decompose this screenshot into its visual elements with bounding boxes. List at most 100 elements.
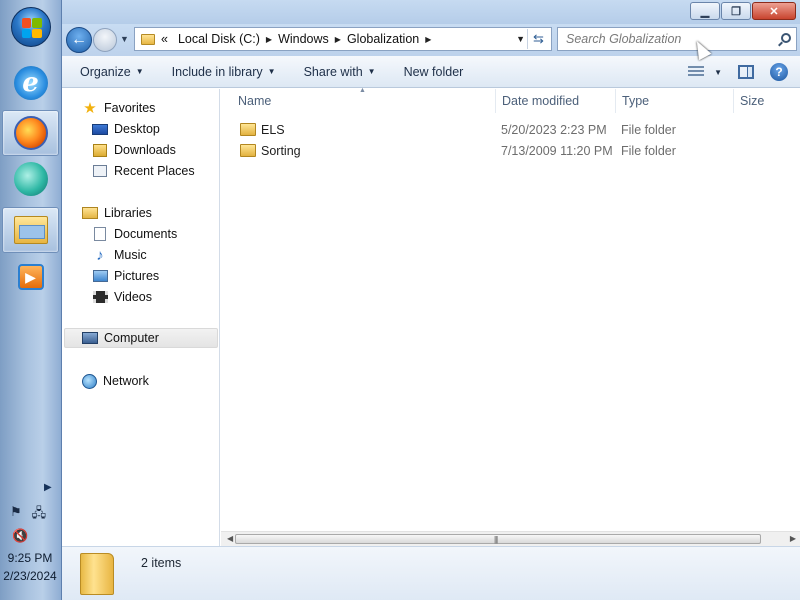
sidebar-item-label: Documents	[114, 227, 178, 241]
volume-muted-icon[interactable]: 🔇	[12, 528, 28, 544]
internet-explorer-icon: e	[13, 66, 48, 100]
scroll-left-icon[interactable]: ◀	[227, 534, 233, 543]
music-icon: ♪	[96, 246, 104, 264]
sidebar-favorites[interactable]: ★ Favorites	[82, 98, 155, 118]
chevron-down-icon: ▼	[135, 67, 144, 76]
more-views-dropdown-icon[interactable]: ▼	[714, 68, 722, 77]
chevron-down-icon: ▼	[267, 67, 276, 76]
sidebar-libraries[interactable]: Libraries	[82, 203, 152, 223]
sidebar-item-documents[interactable]: Documents	[92, 224, 177, 244]
clock-date[interactable]: 2/23/2024	[0, 569, 60, 583]
help-icon[interactable]: ?	[770, 63, 788, 81]
live-messenger-icon	[13, 162, 48, 196]
column-header-size[interactable]: Size	[733, 89, 800, 113]
sidebar-item-desktop[interactable]: Desktop	[92, 119, 160, 139]
breadcrumb-windows[interactable]: Windows	[278, 32, 329, 46]
scroll-right-icon[interactable]: ▶	[790, 534, 796, 543]
scrollbar-grip-icon: |||	[494, 535, 498, 544]
back-arrow-icon: ←	[71, 31, 87, 48]
new-folder-label: New folder	[403, 64, 464, 79]
organize-button[interactable]: Organize ▼	[62, 65, 154, 79]
recent-pages-dropdown-icon[interactable]: ▼	[120, 34, 129, 44]
chevron-down-icon: ▼	[367, 67, 376, 76]
favorites-star-icon: ★	[83, 100, 97, 117]
breadcrumb-globalization[interactable]: Globalization	[347, 32, 419, 46]
recent-places-icon	[93, 165, 107, 177]
column-header-name[interactable]: Name ▲	[221, 87, 495, 113]
title-bar[interactable]: ▁ ❐ ✕	[62, 0, 800, 24]
desktop-icon	[92, 123, 108, 135]
breadcrumb-overflow[interactable]: «	[161, 32, 168, 46]
address-bar[interactable]: « Local Disk (C:) ▶ Windows ▶ Globalizat…	[134, 27, 552, 51]
sidebar-favorites-label: Favorites	[104, 101, 156, 115]
sidebar-item-label: Recent Places	[114, 164, 195, 178]
change-view-icon[interactable]	[688, 66, 705, 78]
start-button[interactable]	[2, 4, 59, 50]
sort-ascending-icon: ▲	[359, 87, 366, 94]
taskbar-live-messenger[interactable]	[2, 156, 59, 202]
file-type: File folder	[621, 123, 676, 137]
sidebar-item-network[interactable]: Network	[81, 371, 149, 391]
sidebar-item-videos[interactable]: Videos	[92, 287, 152, 307]
maximize-button[interactable]: ❐	[721, 2, 751, 20]
refresh-button[interactable]: ⇆	[527, 29, 549, 49]
notification-area: ⚑ 🖧	[10, 504, 46, 526]
new-folder-button[interactable]: New folder	[386, 65, 474, 79]
sidebar-item-downloads[interactable]: Downloads	[92, 140, 176, 160]
sidebar-item-music[interactable]: ♪ Music	[92, 245, 146, 265]
breadcrumb-separator-icon[interactable]: ▶	[266, 35, 272, 44]
search-input[interactable]	[566, 32, 776, 46]
minimize-button[interactable]: ▁	[690, 2, 720, 20]
close-button[interactable]: ✕	[752, 2, 796, 20]
clock-time[interactable]: 9:25 PM	[0, 551, 60, 565]
taskbar-internet-explorer[interactable]: e	[2, 60, 59, 106]
search-icon[interactable]	[781, 33, 791, 43]
sidebar-item-label: Downloads	[114, 143, 176, 157]
forward-button[interactable]	[93, 28, 117, 52]
sidebar-item-label: Desktop	[114, 122, 160, 136]
preview-pane-icon[interactable]	[738, 65, 754, 79]
large-folder-icon	[80, 553, 114, 595]
sidebar-item-label: Pictures	[114, 269, 160, 283]
table-row[interactable]: ELS 5/20/2023 2:23 PM File folder	[221, 120, 781, 140]
horizontal-scrollbar[interactable]: ◀ ||| ▶	[221, 531, 800, 546]
breadcrumb-separator-icon[interactable]: ▶	[425, 35, 431, 44]
scrollbar-thumb[interactable]: |||	[235, 534, 761, 544]
column-header-size-label: Size	[740, 94, 765, 108]
include-in-library-button[interactable]: Include in library ▼	[154, 65, 286, 79]
network-tray-icon[interactable]: 🖧	[32, 504, 47, 526]
folder-icon	[141, 33, 155, 45]
taskbar-media-player[interactable]: ▶	[2, 254, 59, 300]
column-header-type[interactable]: Type	[615, 89, 733, 113]
breadcrumb-separator-icon[interactable]: ▶	[335, 35, 341, 44]
table-row[interactable]: Sorting 7/13/2009 11:20 PM File folder	[221, 141, 781, 161]
command-bar: Organize ▼ Include in library ▼ Share with…	[62, 56, 800, 88]
column-header-name-label: Name	[238, 94, 272, 108]
sidebar-item-pictures[interactable]: Pictures	[92, 266, 159, 286]
taskbar-firefox[interactable]	[2, 110, 59, 156]
computer-icon	[82, 332, 98, 344]
file-name: Sorting	[261, 144, 301, 158]
explorer-window: ▁ ❐ ✕ ← ▼ « Local Disk (C:) ▶ Windows ▶ …	[62, 0, 800, 600]
taskbar-windows-explorer[interactable]	[2, 207, 59, 253]
share-with-button[interactable]: Share with ▼	[286, 65, 386, 79]
windows-logo-icon	[10, 7, 51, 47]
column-header-date[interactable]: Date modified	[495, 89, 615, 113]
breadcrumb-local-disk[interactable]: Local Disk (C:)	[178, 32, 260, 46]
action-center-flag-icon[interactable]: ⚑	[10, 504, 22, 526]
sidebar-item-label: Network	[103, 374, 149, 388]
pictures-icon	[92, 270, 108, 282]
share-with-label: Share with	[303, 64, 363, 79]
search-box[interactable]	[557, 27, 797, 51]
address-dropdown-icon[interactable]: ▼	[516, 34, 525, 44]
include-in-library-label: Include in library	[171, 64, 263, 79]
item-count: 2 items	[141, 556, 182, 570]
navigation-pane: ★ Favorites Desktop Downloads Recent Pla…	[62, 89, 220, 546]
navigation-bar: ← ▼ « Local Disk (C:) ▶ Windows ▶ Global…	[62, 24, 800, 56]
sidebar-item-recent-places[interactable]: Recent Places	[92, 161, 195, 181]
file-type: File folder	[621, 144, 676, 158]
back-button[interactable]: ←	[66, 27, 92, 53]
windows-explorer-icon	[13, 216, 48, 244]
show-hidden-icons-arrow-icon[interactable]: ▶	[44, 482, 52, 493]
sidebar-item-computer[interactable]: Computer	[64, 328, 218, 348]
